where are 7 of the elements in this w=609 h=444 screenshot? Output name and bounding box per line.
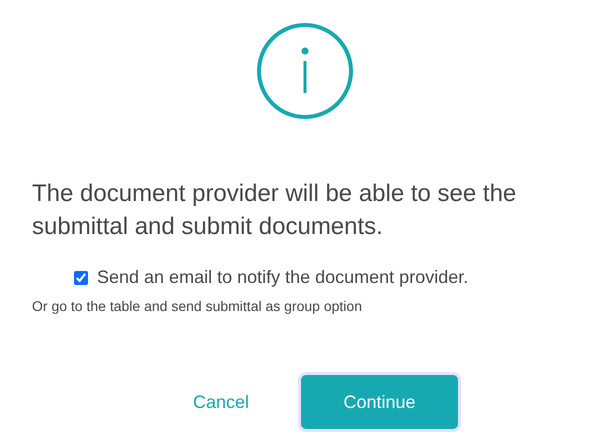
continue-button[interactable]: Continue <box>301 375 458 429</box>
notify-label: Send an email to notify the document provider. <box>97 266 468 289</box>
notify-checkbox[interactable] <box>74 270 88 284</box>
hint-text: Or go to the table and send submittal as group option <box>32 297 363 316</box>
message-text: The document provider will be able to see the submittal and submit documents. <box>31 179 518 242</box>
cancel-button[interactable]: Cancel <box>190 388 252 416</box>
info-icon <box>256 22 354 120</box>
